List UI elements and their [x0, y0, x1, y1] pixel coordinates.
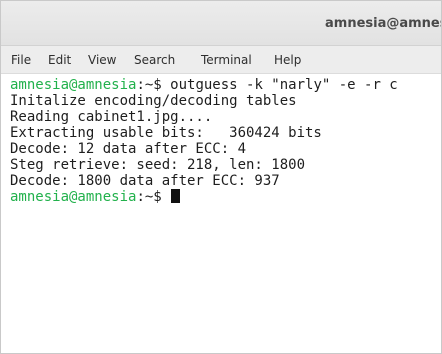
- menu-edit[interactable]: Edit: [48, 53, 71, 67]
- menu-file[interactable]: File: [11, 53, 31, 67]
- prompt-user-host: amnesia@amnesia: [10, 77, 137, 93]
- command-text: outguess -k "narly" -e -r c: [170, 77, 398, 93]
- output-line: Decode: 12 data after ECC: 4: [10, 141, 247, 157]
- title-bar[interactable]: amnesia@amnesia: [1, 1, 441, 46]
- prompt-user-host: amnesia@amnesia: [10, 189, 137, 205]
- terminal-window: amnesia@amnesia File Edit View Search Te…: [0, 0, 442, 354]
- menu-view[interactable]: View: [88, 53, 116, 67]
- window-title: amnesia@amnesia: [325, 16, 441, 31]
- menu-help[interactable]: Help: [274, 53, 301, 67]
- prompt-suffix: :~$: [136, 77, 171, 93]
- output-line: Extracting usable bits: 360424 bits: [10, 125, 322, 141]
- prompt-line: amnesia@amnesia:~$: [10, 189, 181, 205]
- menu-bar: File Edit View Search Terminal Help: [1, 46, 441, 74]
- output-line: Decode: 1800 data after ECC: 937: [10, 173, 280, 189]
- command-line: amnesia@amnesia:~$ outguess -k "narly" -…: [10, 77, 398, 93]
- terminal-area[interactable]: amnesia@amnesia:~$ outguess -k "narly" -…: [1, 74, 441, 353]
- text-cursor: [171, 189, 181, 203]
- output-line: Reading cabinet1.jpg....: [10, 109, 213, 125]
- menu-terminal[interactable]: Terminal: [201, 53, 252, 67]
- menu-search[interactable]: Search: [134, 53, 175, 67]
- prompt-suffix: :~$: [136, 189, 171, 205]
- output-line: Steg retrieve: seed: 218, len: 1800: [10, 157, 306, 173]
- output-line: Initalize encoding/decoding tables: [10, 93, 297, 109]
